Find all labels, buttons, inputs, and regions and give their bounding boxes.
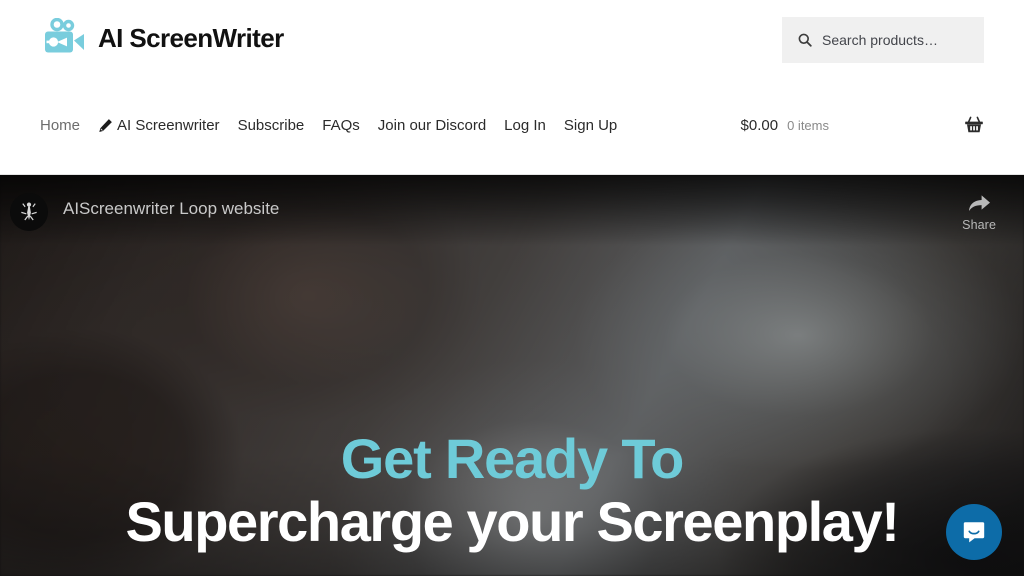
nav-label: Home [40, 116, 81, 134]
nav-label: Subscribe [237, 116, 305, 134]
nav-item-log-in[interactable]: Log In [504, 117, 564, 134]
hero-paragraph: Introducing the AI-powered screenwriting… [36, 572, 988, 576]
video-overlay-topbar: AIScreenwriter Loop website Share [0, 175, 1024, 245]
nav-list: Home AI Screenwriter Subscribe FAQs Join… [40, 117, 635, 134]
nav-label: AI Screenwriter [117, 116, 220, 134]
cart-area: $0.00 0 items [741, 115, 984, 135]
channel-avatar[interactable] [10, 193, 48, 231]
nav-item-faqs[interactable]: FAQs [322, 117, 378, 134]
primary-navigation: Home AI Screenwriter Subscribe FAQs Join… [0, 80, 1024, 170]
nav-label: Sign Up [563, 116, 618, 134]
hero-content: Get Ready To Supercharge your Screenplay… [0, 430, 1024, 576]
nav-item-join-our-discord[interactable]: Join our Discord [378, 117, 504, 134]
chat-bubble-icon [961, 519, 987, 545]
nav-label: Join our Discord [377, 116, 487, 134]
cart-item-count: 0 items [787, 117, 829, 133]
search-icon [798, 33, 812, 47]
search-input[interactable] [822, 32, 968, 48]
chat-launcher-button[interactable] [946, 504, 1002, 560]
site-logo-text: AI ScreenWriter [98, 23, 284, 53]
nav-item-ai-screenwriter[interactable]: AI Screenwriter [98, 117, 238, 134]
nav-label: FAQs [322, 116, 360, 134]
nav-item-subscribe[interactable]: Subscribe [238, 117, 323, 134]
shopping-basket-icon[interactable] [829, 115, 984, 135]
nav-item-home[interactable]: Home [40, 117, 98, 134]
video-share-label: Share [962, 218, 996, 232]
video-share-button[interactable]: Share [962, 192, 996, 232]
site-logo-link[interactable]: AI ScreenWriter [40, 18, 284, 58]
cart-link[interactable]: $0.00 0 items [741, 117, 829, 134]
film-camera-icon [40, 18, 92, 58]
page-root: AI ScreenWriter Home [0, 0, 1024, 576]
hero-video-section[interactable]: AIScreenwriter Loop website Share Get Re… [0, 175, 1024, 576]
video-title[interactable]: AIScreenwriter Loop website [63, 199, 279, 219]
pencil-icon [98, 118, 113, 133]
cart-total-amount: $0.00 [740, 116, 779, 134]
site-header: AI ScreenWriter Home [0, 0, 1024, 175]
nav-label: Log In [504, 116, 546, 134]
nav-item-sign-up[interactable]: Sign Up [564, 117, 635, 134]
header-top-row: AI ScreenWriter [0, 0, 1024, 80]
hero-headline-line1: Get Ready To [340, 427, 685, 490]
product-search-form[interactable] [782, 17, 984, 63]
hero-headline-line2: Supercharge your Screenplay! [125, 490, 900, 554]
share-arrow-icon [966, 192, 992, 214]
